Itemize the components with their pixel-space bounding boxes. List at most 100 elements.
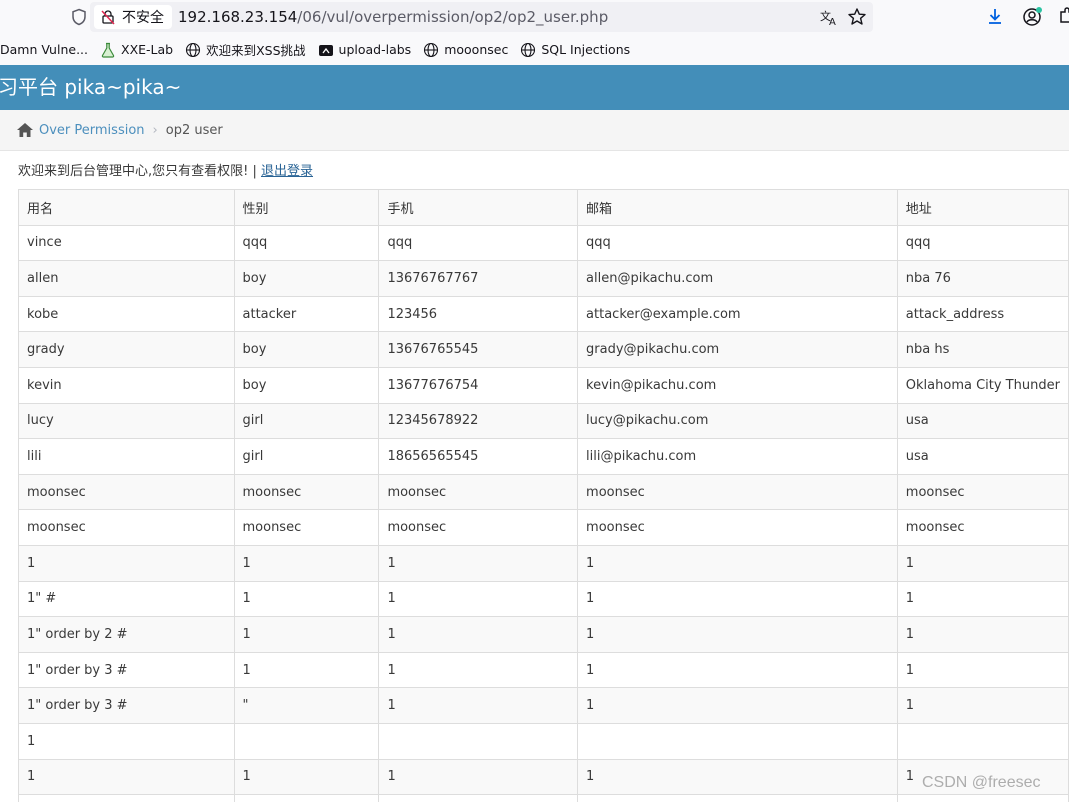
table-cell-phone: 1 <box>378 544 579 582</box>
watermark: CSDN @freesec <box>922 774 1041 791</box>
table-cell-gender: attacker <box>233 295 380 333</box>
table-cell-email: lili@pikachu.com <box>577 438 898 475</box>
table-row: 11111 <box>18 544 1069 582</box>
flask-icon <box>101 42 115 58</box>
table-cell-username: grady <box>18 331 235 368</box>
column-header-username: 用名 <box>18 189 235 226</box>
table-cell-username <box>18 794 235 802</box>
shield-icon[interactable] <box>70 8 88 26</box>
table-cell-username: kevin <box>18 366 235 404</box>
breadcrumb: Over Permission › op2 user <box>0 110 1069 151</box>
table-cell-username: 1 <box>18 722 235 760</box>
table-row: lucy girl 12345678922 lucy@pikachu.com usa <box>18 402 1069 440</box>
bookmark-star-icon[interactable] <box>847 7 867 27</box>
url-text[interactable]: 192.168.23.154/06/vul/overpermission/op2… <box>178 8 608 26</box>
table-cell-phone: 13676767767 <box>378 260 579 297</box>
table-row: vince qqq qqq qqq qqq <box>18 224 1069 262</box>
table-cell-phone: 1 <box>378 616 579 653</box>
bookmark-upload-labs[interactable]: upload-labs <box>318 42 412 58</box>
url-host: 192.168.23.154 <box>178 8 298 26</box>
table-cell-username: allen <box>18 260 235 297</box>
table-cell-address <box>896 722 1069 760</box>
table-cell-username: kobe <box>18 295 235 333</box>
table-cell-email: attacker@example.com <box>577 295 898 333</box>
folder-icon <box>318 44 333 56</box>
svg-text:A: A <box>829 17 836 27</box>
table-cell-email: 1 <box>577 580 898 618</box>
bookmark-damn-vulne[interactable]: Damn Vulne... <box>0 42 88 57</box>
table-cell-address: 1 <box>896 687 1069 724</box>
bookmark-label: XXE-Lab <box>121 42 174 57</box>
table-cell-address: nba hs <box>896 331 1069 368</box>
table-cell-email: 1 <box>577 687 898 724</box>
table-cell-gender: boy <box>233 331 380 368</box>
table-row: moonsec moonsec moonsec moonsec moonsec <box>18 509 1069 546</box>
site-info-button[interactable]: 不安全 <box>94 5 172 29</box>
table-cell-phone <box>378 794 579 802</box>
bookmark-label: SQL Injections <box>541 42 631 57</box>
table-row <box>18 794 1069 802</box>
table-row: 1 <box>18 722 1069 760</box>
translate-icon[interactable]: 文 A <box>819 7 839 27</box>
account-icon[interactable] <box>1022 6 1044 28</box>
table-cell-phone: 1 <box>378 758 579 796</box>
table-cell-username: lucy <box>18 402 235 440</box>
bookmark-label: Damn Vulne... <box>0 42 88 57</box>
user-table: 用名 性别 手机 邮箱 地址 vince qqq qqq qqq qqq allen boy… <box>18 189 1069 802</box>
url-bar[interactable]: 不安全 192.168.23.154/06/vul/overpermission… <box>90 2 873 32</box>
welcome-text: 欢迎来到后台管理中心,您只有查看权限! | <box>18 164 261 179</box>
table-cell-username: 1" order by 2 # <box>18 616 235 653</box>
column-header-gender: 性别 <box>233 189 380 226</box>
bookmark-xss[interactable]: 欢迎来到XSS挑战 <box>185 40 306 59</box>
table-cell-address: usa <box>896 438 1069 475</box>
table-cell-address: 1 <box>896 544 1069 582</box>
table-header-row: 用名 性别 手机 邮箱 地址 <box>18 189 1069 226</box>
table-cell-phone: 18656565545 <box>378 438 579 475</box>
table-cell-phone: moonsec <box>378 509 579 546</box>
table-row: kobe attacker 123456 attacker@example.com at… <box>18 295 1069 333</box>
bookmark-label: upload-labs <box>338 42 412 57</box>
extensions-icon[interactable] <box>1058 6 1069 26</box>
bookmark-xxe-lab[interactable]: XXE-Lab <box>100 42 173 58</box>
table-cell-address: qqq <box>896 224 1069 262</box>
table-cell-phone: 13677676754 <box>378 366 579 404</box>
logout-link[interactable]: 退出登录 <box>261 164 313 179</box>
table-cell-email <box>577 794 898 802</box>
breadcrumb-over-permission-link[interactable]: Over Permission <box>39 123 145 138</box>
table-cell-phone: qqq <box>378 224 579 262</box>
table-cell-gender <box>233 794 380 802</box>
table-cell-address: 1 <box>896 616 1069 653</box>
column-header-email: 邮箱 <box>577 189 898 226</box>
table-cell-phone: 1 <box>378 580 579 618</box>
download-icon[interactable] <box>985 6 1005 26</box>
table-cell-username: 1" # <box>18 580 235 618</box>
home-icon <box>17 123 33 137</box>
breadcrumb-separator-icon: › <box>152 122 158 138</box>
table-cell-email: 1 <box>577 758 898 796</box>
table-row: moonsec moonsec moonsec moonsec moonsec <box>18 473 1069 511</box>
table-row: 1" order by 3 #1 1 1 1 <box>18 651 1069 689</box>
table-cell-address: moonsec <box>896 473 1069 511</box>
globe-icon <box>424 42 439 57</box>
bookmark-mooonsec[interactable]: mooonsec <box>423 42 508 58</box>
table-cell-gender: boy <box>233 366 380 404</box>
table-cell-address: 1 <box>896 651 1069 689</box>
table-cell-address: 1 <box>896 580 1069 618</box>
table-row: allen boy 13676767767 allen@pikachu.com nba … <box>18 260 1069 297</box>
table-cell-email: 1 <box>577 651 898 689</box>
table-row: lili girl 18656565545 lili@pikachu.com usa <box>18 438 1069 475</box>
table-cell-address <box>896 794 1069 802</box>
table-cell-gender <box>233 722 380 760</box>
globe-icon <box>521 42 536 57</box>
table-cell-gender: 1 <box>233 544 380 582</box>
table-cell-username: vince <box>18 224 235 262</box>
table-cell-gender: girl <box>233 402 380 440</box>
table-cell-email: qqq <box>577 224 898 262</box>
table-cell-username: 1 <box>18 544 235 582</box>
table-cell-phone: 12345678922 <box>378 402 579 440</box>
welcome-message: 欢迎来到后台管理中心,您只有查看权限! | 退出登录 <box>18 160 313 179</box>
site-header: 习平台 pika~pika~ <box>0 65 1069 110</box>
url-path: /06/vul/overpermission/op2/op2_user.php <box>297 8 609 26</box>
bookmark-sql-injections[interactable]: SQL Injections <box>520 42 630 58</box>
table-cell-gender: girl <box>233 438 380 475</box>
